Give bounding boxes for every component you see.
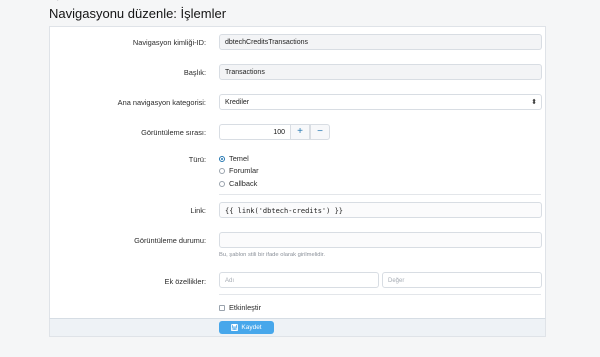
display-condition-hint: Bu, şablon stili bir ifade olarak girilm… xyxy=(219,252,325,258)
save-label: Kaydet xyxy=(241,324,262,331)
radio-icon xyxy=(219,168,225,174)
parent-select[interactable]: Krediler ⬍ xyxy=(219,94,542,110)
nav-id-label: Navigasyon kimliği-ID: xyxy=(132,38,206,47)
nav-id-field[interactable]: dbtechCreditsTransactions xyxy=(219,34,542,50)
decrement-button[interactable]: − xyxy=(310,124,330,140)
type-option-callback[interactable]: Callback xyxy=(219,179,257,188)
divider xyxy=(219,194,541,195)
type-option-label: Callback xyxy=(229,179,258,188)
type-label: Türü: xyxy=(188,155,206,164)
radio-icon xyxy=(219,181,225,187)
title-field[interactable]: Transactions xyxy=(219,64,542,80)
type-option-label: Forumlar xyxy=(229,166,259,175)
extra-attrs-label: Ek özellikler: xyxy=(164,277,206,286)
parent-select-value: Krediler xyxy=(225,99,250,106)
form-footer: Kaydet xyxy=(49,318,546,337)
save-button[interactable]: Kaydet xyxy=(219,321,274,334)
display-order-label: Görüntüleme sırası: xyxy=(141,128,206,137)
select-arrows-icon: ⬍ xyxy=(531,99,537,106)
link-field[interactable]: {{ link('dbtech-credits') }} xyxy=(219,202,542,218)
radio-selected-icon xyxy=(219,156,225,162)
display-condition-field[interactable] xyxy=(219,232,542,248)
parent-label: Ana navigasyon kategorisi: xyxy=(117,98,206,107)
increment-button[interactable]: + xyxy=(290,124,310,140)
save-icon xyxy=(231,324,239,331)
divider xyxy=(219,294,541,295)
title-label: Başlık: xyxy=(183,68,206,77)
breadcrumb: ··· › ·········· xyxy=(48,0,85,3)
type-option-forumlar[interactable]: Forumlar xyxy=(219,166,259,175)
checkbox-icon xyxy=(219,305,225,311)
attr-value-input[interactable]: Değer xyxy=(382,272,542,288)
display-condition-label: Görüntüleme durumu: xyxy=(134,236,206,245)
enable-label: Etkinleştir xyxy=(229,303,262,312)
form-card: Navigasyon kimliği-ID: dbtechCreditsTran… xyxy=(49,26,546,336)
type-option-temel[interactable]: Temel xyxy=(219,154,249,163)
type-option-label: Temel xyxy=(229,154,249,163)
attr-name-input[interactable]: Adı xyxy=(219,272,379,288)
display-order-input[interactable]: 100 xyxy=(219,124,290,140)
enable-checkbox[interactable]: Etkinleştir xyxy=(219,303,261,312)
page-title: Navigasyonu düzenle: İşlemler xyxy=(49,6,227,21)
link-label: Link: xyxy=(190,206,206,215)
